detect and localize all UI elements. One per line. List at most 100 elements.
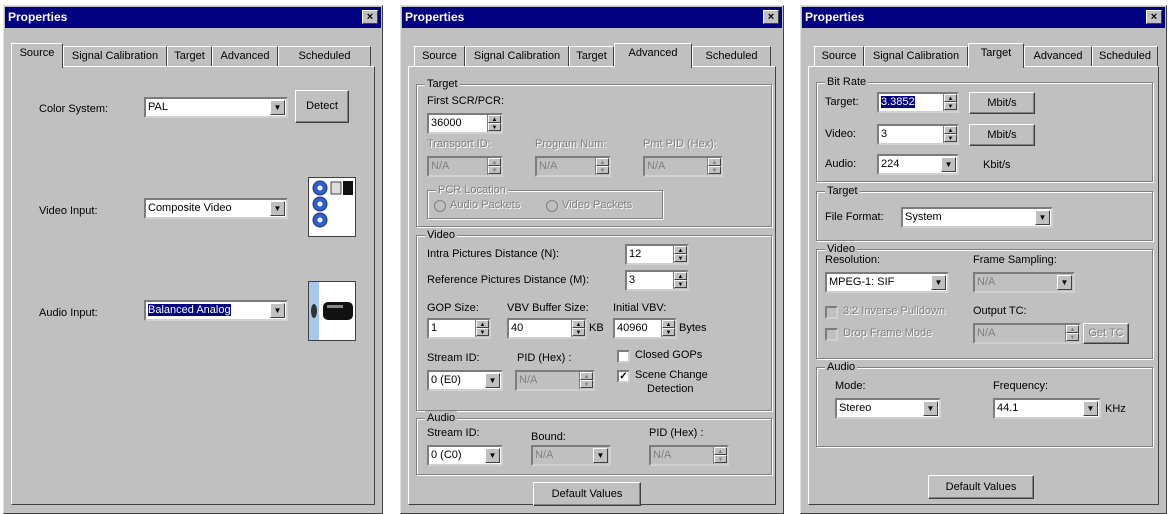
color-system-value: PAL (148, 101, 168, 113)
intra-distance-input[interactable]: 12 ▲ ▼ (625, 244, 689, 265)
frequency-label: Frequency: (993, 380, 1049, 392)
transport-id-input[interactable]: N/A ▲ ▼ (427, 156, 503, 177)
chevron-down-icon[interactable]: ▼ (1083, 401, 1098, 416)
checkmark-icon: ✓ (619, 371, 628, 382)
tab-scheduled[interactable]: Scheduled (692, 46, 771, 67)
closed-gops-checkbox[interactable] (617, 350, 630, 363)
chevron-down-icon[interactable]: ▼ (270, 201, 285, 216)
chevron-down-icon[interactable]: ▼ (923, 401, 938, 416)
close-icon: × (366, 11, 374, 23)
chevron-down-icon[interactable]: ▼ (1035, 210, 1050, 225)
audio-bitrate-unit: Kbit/s (983, 159, 1011, 171)
spin-buttons-icon[interactable]: ▲ ▼ (673, 272, 687, 289)
tab-source[interactable]: Source (11, 43, 63, 68)
spin-buttons-icon[interactable]: ▲ ▼ (943, 94, 957, 111)
inverse-pulldown-checkbox[interactable] (825, 306, 838, 319)
tab-target[interactable]: Target (167, 46, 212, 67)
video-bitrate-input[interactable]: 3 ▲ ▼ (877, 124, 959, 145)
default-values-button[interactable]: Default Values (533, 482, 641, 506)
video-packets-label: Video Packets (562, 199, 633, 211)
tab-advanced[interactable]: Advanced (614, 43, 692, 68)
spin-buttons-icon[interactable]: ▲ ▼ (487, 158, 501, 175)
spin-buttons-icon[interactable]: ▲ ▼ (707, 158, 721, 175)
tab-advanced[interactable]: Advanced (212, 46, 278, 67)
target-unit-button[interactable]: Mbit/s (969, 92, 1035, 114)
pid-hex-input[interactable]: N/A ▲ ▼ (515, 370, 595, 391)
audio-pid-input[interactable]: N/A ▲ ▼ (649, 445, 729, 466)
video-packets-radio[interactable] (546, 200, 558, 212)
stream-id-select[interactable]: 0 (E0) ▼ (427, 370, 503, 391)
spin-buttons-icon[interactable]: ▲ ▼ (943, 126, 957, 143)
detect-button[interactable]: Detect (295, 90, 349, 123)
bound-select[interactable]: N/A ▼ (531, 445, 611, 466)
chevron-down-icon[interactable]: ▼ (941, 157, 956, 172)
chevron-down-icon[interactable]: ▼ (270, 303, 285, 318)
default-values-button[interactable]: Default Values (928, 475, 1034, 499)
spin-buttons-icon[interactable]: ▲ ▼ (571, 320, 585, 337)
reference-distance-value: 3 (629, 274, 636, 286)
gop-size-input[interactable]: 1 ▲ ▼ (427, 318, 491, 339)
mode-label: Mode: (835, 380, 866, 392)
scene-change-checkbox[interactable]: ✓ (617, 370, 630, 383)
resolution-select[interactable]: MPEG-1: SIF ▼ (825, 272, 949, 293)
spin-buttons-icon[interactable]: ▲ ▼ (487, 115, 501, 132)
close-button[interactable]: × (1146, 10, 1162, 24)
audio-packets-radio[interactable] (434, 200, 446, 212)
spin-buttons-icon[interactable]: ▲ ▼ (595, 158, 609, 175)
tab-target[interactable]: Target (968, 43, 1024, 68)
audio-pid-label: PID (Hex) : (649, 427, 704, 439)
audio-stream-id-select[interactable]: 0 (C0) ▼ (427, 445, 503, 466)
chevron-down-icon[interactable]: ▼ (593, 448, 608, 463)
initial-vbv-input[interactable]: 40960 ▲ ▼ (613, 318, 677, 339)
close-icon: × (767, 11, 775, 23)
video-input-select[interactable]: Composite Video ▼ (144, 198, 288, 219)
tab-strip: Source Signal Calibration Target Advance… (808, 43, 1159, 68)
mode-select[interactable]: Stereo ▼ (835, 398, 941, 419)
tab-signal-calibration[interactable]: Signal Calibration (63, 46, 167, 67)
vbv-buffer-unit: KB (589, 322, 604, 334)
tab-signal-calibration[interactable]: Signal Calibration (465, 46, 569, 67)
chevron-down-icon[interactable]: ▼ (270, 100, 285, 115)
file-format-label: File Format: (825, 211, 884, 223)
tab-scheduled[interactable]: Scheduled (278, 46, 371, 67)
color-system-label: Color System: (39, 103, 109, 115)
tab-target[interactable]: Target (569, 46, 614, 67)
file-format-select[interactable]: System ▼ (901, 207, 1053, 228)
target-bitrate-input[interactable]: 3.3852 ▲ ▼ (877, 92, 959, 113)
bitrate-group-label: Bit Rate (825, 75, 869, 89)
tab-source[interactable]: Source (814, 46, 864, 67)
drop-frame-checkbox[interactable] (825, 328, 838, 341)
spin-buttons-icon[interactable]: ▲ ▼ (673, 246, 687, 263)
tab-advanced[interactable]: Advanced (1024, 46, 1092, 67)
tab-scheduled[interactable]: Scheduled (1092, 46, 1158, 67)
chevron-down-icon[interactable]: ▼ (931, 275, 946, 290)
spin-buttons-icon[interactable]: ▲ ▼ (475, 320, 489, 337)
bound-value: N/A (535, 449, 554, 461)
video-unit-button[interactable]: Mbit/s (969, 124, 1035, 146)
reference-distance-input[interactable]: 3 ▲ ▼ (625, 270, 689, 291)
tab-signal-calibration[interactable]: Signal Calibration (864, 46, 968, 67)
first-scr-input[interactable]: 36000 ▲ ▼ (427, 113, 503, 134)
frame-sampling-select[interactable]: N/A ▼ (973, 272, 1075, 293)
frequency-select[interactable]: 44.1 ▼ (993, 398, 1101, 419)
audio-pid-value: N/A (653, 449, 672, 461)
pmt-pid-input[interactable]: N/A ▲ ▼ (643, 156, 723, 177)
close-button[interactable]: × (763, 10, 779, 24)
spin-buttons-icon[interactable]: ▲ ▼ (1065, 325, 1079, 342)
audio-input-select[interactable]: Balanced Analog ▼ (144, 300, 288, 321)
close-button[interactable]: × (362, 10, 378, 24)
program-num-input[interactable]: N/A ▲ ▼ (535, 156, 611, 177)
tab-source[interactable]: Source (414, 46, 465, 67)
output-tc-input[interactable]: N/A ▲ ▼ (973, 323, 1081, 344)
spin-buttons-icon[interactable]: ▲ ▼ (661, 320, 675, 337)
get-tc-button[interactable]: Get TC (1083, 323, 1129, 344)
color-system-select[interactable]: PAL ▼ (144, 97, 288, 118)
chevron-down-icon[interactable]: ▼ (485, 373, 500, 388)
chevron-down-icon[interactable]: ▼ (1057, 275, 1072, 290)
vbv-buffer-input[interactable]: 40 ▲ ▼ (507, 318, 587, 339)
spin-buttons-icon[interactable]: ▲ ▼ (713, 447, 727, 464)
spin-buttons-icon[interactable]: ▲ ▼ (579, 372, 593, 389)
audio-bitrate-select[interactable]: 224 ▼ (877, 154, 959, 175)
chevron-down-icon[interactable]: ▼ (485, 448, 500, 463)
file-format-value: System (905, 211, 942, 223)
